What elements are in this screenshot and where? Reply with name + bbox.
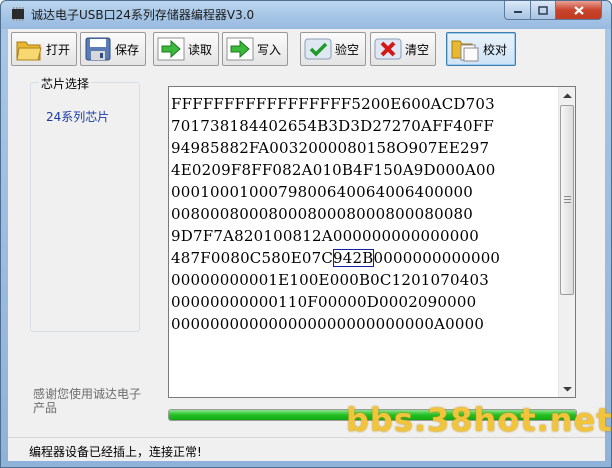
write-label: 写入: [257, 42, 282, 57]
blank-check-button[interactable]: 验空: [300, 32, 366, 66]
hex-text: 487F0080C580E07C: [171, 249, 334, 267]
scroll-down-button[interactable]: [559, 380, 575, 397]
hex-line: 00000000000110F00000D0002090000: [171, 293, 477, 311]
folder-compare-icon: [451, 40, 479, 62]
minimize-button[interactable]: [504, 1, 531, 20]
hex-cursor-selection[interactable]: 942B: [333, 249, 374, 267]
blank-check-label: 验空: [335, 42, 360, 57]
thanks-message: 感谢您使用诚达电子产品: [33, 387, 142, 415]
client-area: 打开 保存 读取 写入 验空 清空 校对 芯片选择 24系列芯片 感谢您使用诚达…: [8, 29, 605, 461]
erase-label: 清空: [405, 42, 430, 57]
checkmark-icon: [304, 38, 332, 60]
close-button[interactable]: [555, 1, 602, 20]
arrow-right-icon: [226, 37, 254, 61]
read-label: 读取: [188, 42, 213, 57]
chip-icon: [12, 7, 24, 21]
minimize-icon: [513, 11, 522, 13]
toolbar: 打开 保存 读取 写入 验空 清空 校对: [8, 29, 605, 69]
x-mark-icon: [374, 38, 402, 60]
chip-series-option[interactable]: 24系列芯片: [46, 108, 109, 125]
compare-label: 校对: [483, 42, 508, 57]
chevron-down-icon: [562, 386, 572, 391]
hex-data-area[interactable]: FFFFFFFFFFFFFFFFF5200E600ACD703 701738184…: [171, 93, 559, 335]
hex-line: 94985882FA0032000080158O907EE297: [171, 139, 490, 157]
hex-line: 0080008000800080008000800080080: [171, 205, 474, 223]
status-bar: 编程器设备已经插上，连接正常!: [8, 437, 605, 461]
chevron-up-icon: [562, 93, 572, 98]
hex-line: 9D7F7A820100812A000000000000000: [171, 227, 479, 245]
chip-select-title: 芯片选择: [39, 75, 92, 92]
compare-button[interactable]: 校对: [446, 32, 516, 66]
chip-select-group: 芯片选择 24系列芯片: [30, 75, 140, 332]
title-bar[interactable]: 诚达电子USB口24系列存储器编程器V3.0: [1, 1, 611, 29]
window-title: 诚达电子USB口24系列存储器编程器V3.0: [31, 8, 255, 22]
write-button[interactable]: 写入: [222, 32, 288, 66]
open-button[interactable]: 打开: [11, 32, 77, 66]
maximize-button[interactable]: [530, 1, 556, 20]
scroll-up-button[interactable]: [559, 87, 575, 104]
maximize-icon: [538, 5, 548, 15]
hex-text: 0000000000000: [373, 249, 501, 267]
vertical-scrollbar[interactable]: [558, 87, 575, 397]
status-text: 编程器设备已经插上，连接正常!: [29, 445, 202, 459]
open-label: 打开: [46, 42, 71, 57]
close-icon: [573, 5, 584, 15]
watermark: bbs.38hot.net: [346, 401, 612, 439]
save-label: 保存: [115, 42, 140, 57]
read-button[interactable]: 读取: [153, 32, 219, 66]
hex-line: FFFFFFFFFFFFFFFFF5200E600ACD703: [171, 95, 495, 113]
app-window: 诚达电子USB口24系列存储器编程器V3.0 打开 保存 读取 写入 验空 清空…: [0, 0, 612, 468]
hex-line: 0001000100079800640064006400000: [171, 183, 474, 201]
folder-icon: [16, 41, 42, 61]
floppy-disk-icon: [85, 37, 111, 61]
arrow-right-icon: [157, 37, 185, 61]
hex-line: 000000000000000000000000000A0000: [171, 315, 485, 333]
hex-line: 00000000001E100E000B0C1201070403: [171, 271, 490, 289]
hex-line: 4E0209F8FF082A010B4F150A9D000A00: [171, 161, 496, 179]
save-button[interactable]: 保存: [80, 32, 146, 66]
hex-line: 487F0080C580E07C942B0000000000000: [171, 247, 559, 269]
erase-button[interactable]: 清空: [370, 32, 436, 66]
scroll-thumb[interactable]: [560, 105, 574, 295]
hex-line: 701738184402654B3D3D27270AFF40FF: [171, 117, 494, 135]
hex-editor[interactable]: FFFFFFFFFFFFFFFFF5200E600ACD703 701738184…: [168, 86, 576, 398]
